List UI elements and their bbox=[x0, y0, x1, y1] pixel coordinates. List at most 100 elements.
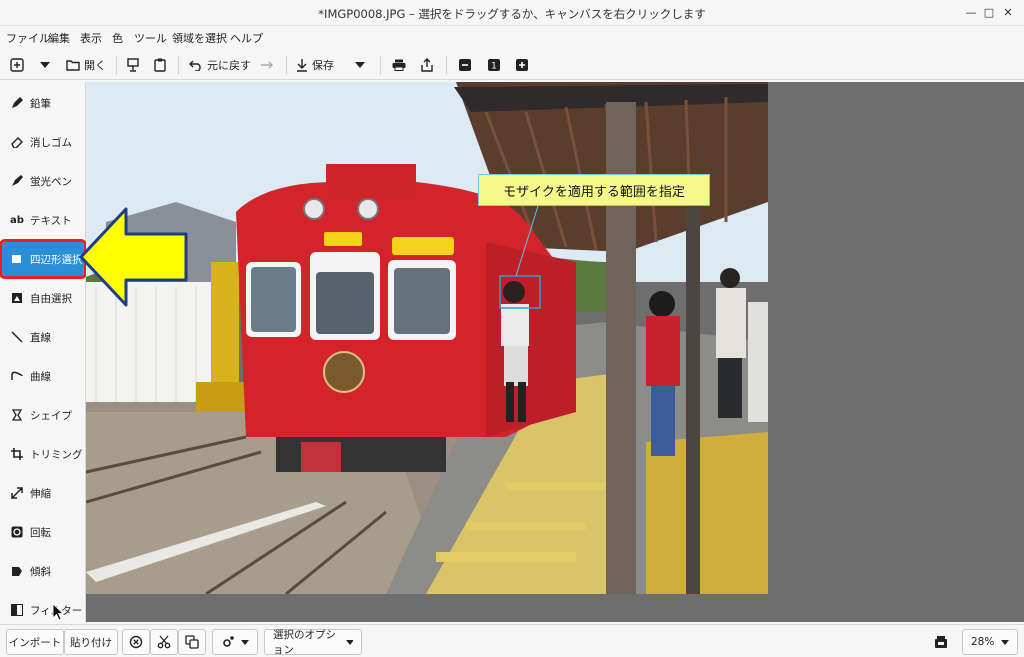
tool-sidebar: 鉛筆 消しゴム 蛍光ペン ab テキスト 四辺形選択 自由選択 直線 曲線 シェ… bbox=[0, 82, 87, 622]
title-bar: *IMGP0008.JPG – 選択をドラッグするか、キャンバスを右クリックしま… bbox=[0, 0, 1024, 26]
new-icon bbox=[10, 58, 24, 72]
tool-label: 回転 bbox=[30, 526, 51, 539]
cancel-circle-icon bbox=[129, 635, 143, 649]
close-icon[interactable]: ✕ bbox=[999, 4, 1017, 22]
zoom-out-icon bbox=[459, 59, 471, 71]
chevron-down-icon bbox=[355, 62, 365, 68]
undo-button[interactable]: 元に戻す bbox=[189, 54, 251, 76]
menu-view[interactable]: 表示 bbox=[80, 30, 102, 46]
toolbar-separator bbox=[286, 56, 287, 74]
zoom-in-button[interactable] bbox=[516, 54, 528, 76]
tool-label: 曲線 bbox=[30, 370, 51, 383]
rotate-icon bbox=[9, 526, 25, 538]
share-button[interactable] bbox=[421, 54, 433, 76]
actions-dropdown[interactable] bbox=[212, 629, 258, 655]
new-button[interactable] bbox=[10, 54, 24, 76]
tool-free-select[interactable]: 自由選択 bbox=[2, 281, 84, 315]
deselect-button[interactable] bbox=[122, 629, 150, 655]
photo-canvas[interactable] bbox=[86, 82, 768, 594]
tool-eraser[interactable]: 消しゴム bbox=[2, 125, 84, 159]
menu-color[interactable]: 色 bbox=[112, 30, 123, 46]
menu-bar: ファイル 編集 表示 色 ツール 領域を選択 ヘルプ bbox=[0, 26, 1024, 48]
tool-highlighter[interactable]: 蛍光ペン bbox=[2, 164, 84, 198]
zoom-out-button[interactable] bbox=[459, 54, 471, 76]
new-dropdown-button[interactable] bbox=[40, 54, 50, 76]
save-dropdown-button[interactable] bbox=[355, 54, 365, 76]
pencil-icon bbox=[9, 97, 25, 109]
import-button[interactable]: インポート bbox=[6, 629, 64, 655]
save-button[interactable]: 保存 bbox=[296, 54, 334, 76]
copy-icon bbox=[185, 635, 199, 649]
free-select-icon bbox=[9, 292, 25, 304]
zoom-reset-icon: 1 bbox=[488, 59, 500, 71]
shape-icon bbox=[9, 409, 25, 421]
screenshot-button[interactable] bbox=[127, 54, 139, 76]
tool-label: 四辺形選択 bbox=[30, 253, 83, 266]
filter-icon bbox=[9, 604, 25, 616]
tool-label: 伸縮 bbox=[30, 487, 51, 500]
line-icon bbox=[9, 331, 25, 343]
selection-options-dropdown[interactable]: 選択のオプション bbox=[264, 629, 362, 656]
curve-icon bbox=[9, 370, 25, 382]
tool-label: 傾斜 bbox=[30, 565, 51, 578]
cursor-icon bbox=[52, 603, 64, 621]
tool-shape[interactable]: シェイプ bbox=[2, 398, 84, 432]
menu-help[interactable]: ヘルプ bbox=[230, 30, 263, 46]
maximize-icon[interactable]: □ bbox=[980, 4, 998, 22]
open-button[interactable]: 開く bbox=[66, 54, 106, 76]
canvas-area[interactable]: モザイクを適用する範囲を指定 bbox=[86, 82, 1024, 622]
toolbar-separator bbox=[116, 56, 117, 74]
bottom-bar: インポート 貼り付け 選択のオプション 28% bbox=[0, 624, 1024, 657]
cut-button[interactable] bbox=[150, 629, 178, 655]
tool-rotate[interactable]: 回転 bbox=[2, 515, 84, 549]
rect-select-icon bbox=[9, 253, 25, 265]
menu-select[interactable]: 領域を選択 bbox=[172, 30, 227, 46]
window-title: *IMGP0008.JPG – 選択をドラッグするか、キャンバスを右クリックしま… bbox=[318, 7, 706, 21]
redo-icon bbox=[261, 61, 273, 69]
eraser-icon bbox=[9, 136, 25, 148]
copy-button[interactable] bbox=[178, 629, 206, 655]
tool-skew[interactable]: 傾斜 bbox=[2, 554, 84, 588]
tool-label: シェイプ bbox=[30, 409, 72, 422]
tool-crop[interactable]: トリミング bbox=[2, 437, 84, 471]
toolbar-separator bbox=[446, 56, 447, 74]
fit-to-window-icon[interactable] bbox=[934, 635, 948, 652]
tool-label: テキスト bbox=[30, 214, 72, 227]
tool-rect-select[interactable]: 四辺形選択 bbox=[0, 239, 87, 279]
annotation-callout: モザイクを適用する範囲を指定 bbox=[478, 174, 710, 206]
clipboard-button[interactable] bbox=[154, 54, 166, 76]
open-label: 開く bbox=[84, 59, 106, 72]
selection-options-label: 選択のオプション bbox=[273, 629, 336, 656]
save-label: 保存 bbox=[312, 59, 334, 72]
train-photo bbox=[86, 82, 768, 594]
print-button[interactable] bbox=[392, 54, 406, 76]
toolbar: 開く 元に戻す 保存 1 bbox=[0, 50, 1024, 80]
menu-file[interactable]: ファイル bbox=[6, 30, 50, 46]
zoom-label: 28% bbox=[971, 636, 995, 648]
gear-icon bbox=[223, 636, 234, 647]
zoom-reset-button[interactable]: 1 bbox=[488, 54, 500, 76]
svg-text:1: 1 bbox=[491, 62, 497, 72]
text-icon: ab bbox=[10, 214, 24, 226]
menu-edit[interactable]: 編集 bbox=[48, 30, 70, 46]
tool-curve[interactable]: 曲線 bbox=[2, 359, 84, 393]
toolbar-separator bbox=[178, 56, 179, 74]
undo-icon bbox=[189, 60, 201, 71]
tool-pencil[interactable]: 鉛筆 bbox=[2, 86, 84, 120]
download-icon bbox=[297, 59, 307, 72]
tool-line[interactable]: 直線 bbox=[2, 320, 84, 354]
folder-icon bbox=[66, 60, 80, 71]
minimize-icon[interactable]: — bbox=[962, 4, 980, 22]
annotation-arrow-icon bbox=[79, 207, 188, 307]
zoom-dropdown[interactable]: 28% bbox=[962, 629, 1018, 655]
undo-label: 元に戻す bbox=[207, 59, 251, 72]
menu-tools[interactable]: ツール bbox=[134, 30, 167, 46]
tool-scale[interactable]: 伸縮 bbox=[2, 476, 84, 510]
scale-icon bbox=[9, 487, 25, 499]
tool-filter[interactable]: フィルター bbox=[2, 593, 84, 627]
redo-button[interactable] bbox=[260, 54, 274, 76]
tool-text[interactable]: ab テキスト bbox=[2, 203, 84, 237]
paste-button[interactable]: 貼り付け bbox=[64, 629, 118, 655]
chevron-down-icon bbox=[1001, 639, 1009, 645]
zoom-in-icon bbox=[516, 59, 528, 71]
